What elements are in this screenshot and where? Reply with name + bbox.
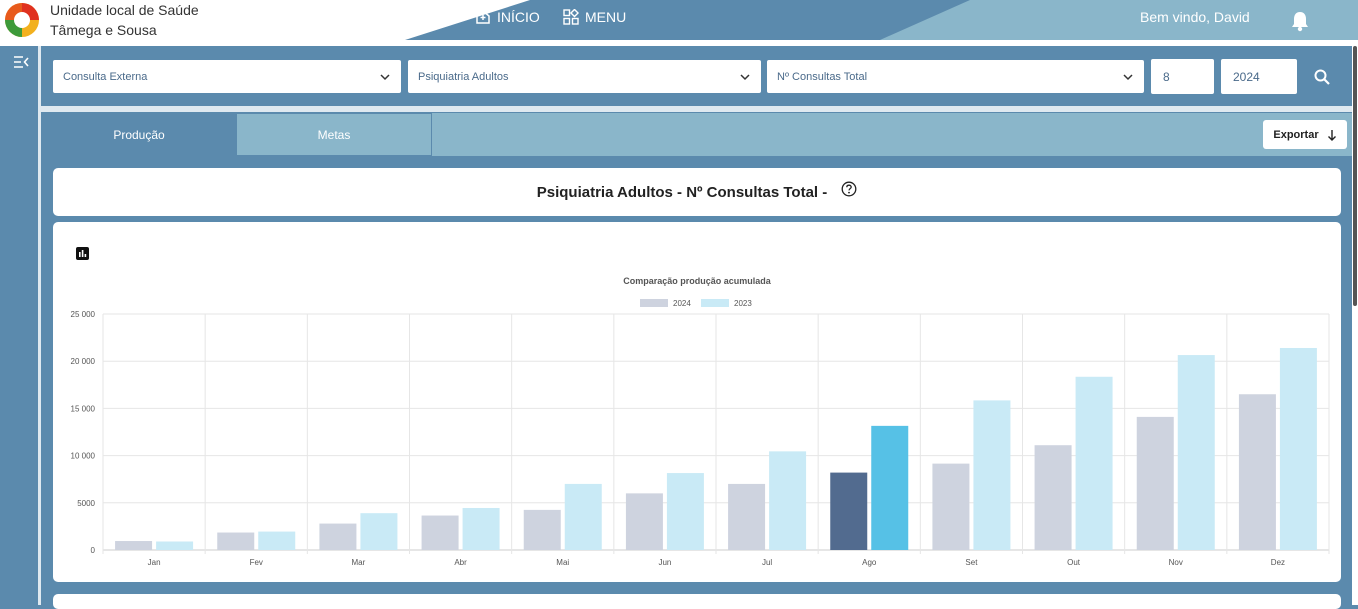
chart-card [53,222,1341,582]
nav-menu-label: MENU [585,9,627,25]
top-bar: Unidade local de Saúde Tâmega e Sousa IN… [0,0,1358,46]
nav-home-label: INÍCIO [497,9,540,25]
brand-line-1: Unidade local de Saúde [50,2,199,18]
home-icon [476,10,490,24]
specialty-select[interactable]: Psiquiatria Adultos [408,60,761,93]
help-icon[interactable] [841,181,857,197]
year-input[interactable]: 2024 [1221,59,1297,94]
collapse-menu-icon[interactable] [13,55,29,69]
export-label: Exportar [1273,128,1319,141]
nav-menu[interactable]: MENU [563,9,626,25]
tab-metas[interactable]: Metas [236,113,432,156]
title-card: Psiquiatria Adultos - Nº Consultas Total… [53,168,1341,216]
nav-home[interactable]: INÍCIO [475,9,540,25]
chevron-down-icon [380,73,390,80]
chevron-down-icon [740,73,750,80]
indicator-select-value: Nº Consultas Total [777,70,868,83]
welcome-text: Bem vindo, David [1140,9,1250,25]
month-input[interactable]: 8 [1151,59,1214,94]
export-button[interactable]: Exportar [1263,120,1347,149]
specialty-select-value: Psiquiatria Adultos [418,70,509,83]
type-select[interactable]: Consulta Externa [53,60,401,93]
bell-icon[interactable] [1290,10,1310,32]
indicator-select[interactable]: Nº Consultas Total [767,60,1144,93]
tab-producao[interactable]: Produção [41,113,237,156]
page-title: Psiquiatria Adultos - Nº Consultas Total… [536,183,828,201]
arrow-down-icon [1327,129,1336,141]
search-icon[interactable] [1313,68,1331,86]
chevron-down-icon [1123,73,1133,80]
sidebar [0,46,38,605]
type-select-value: Consulta Externa [63,70,148,83]
brand-name: Unidade local de Saúde Tâmega e Sousa [50,0,199,40]
bar-chart-icon[interactable] [76,247,89,260]
brand-line-2: Tâmega e Sousa [50,22,157,38]
grid-icon [563,9,579,25]
next-card [53,594,1341,609]
logo-icon [5,3,39,37]
scrollbar-thumb[interactable] [1353,46,1357,306]
tab-bar: Produção Metas [41,113,1352,156]
